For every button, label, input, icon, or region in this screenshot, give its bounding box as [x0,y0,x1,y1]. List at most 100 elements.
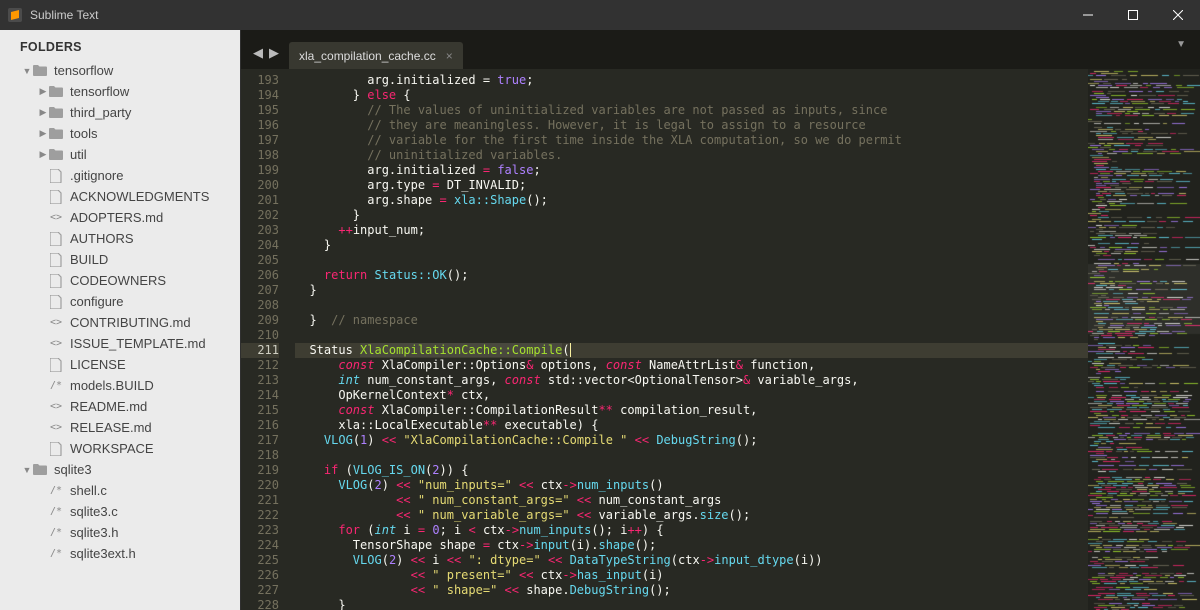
file-icon: <> [48,422,64,433]
tree-item-label: sqlite3ext.h [70,546,136,561]
tree-file[interactable]: <>CONTRIBUTING.md [0,312,240,333]
tree-folder[interactable]: ▶tensorflow [0,81,240,102]
code-line[interactable]: VLOG(1) << "XlaCompilationCache::Compile… [295,433,1088,448]
file-icon: <> [48,317,64,328]
disclosure-icon: ▶ [38,149,48,160]
code-line[interactable]: << " shape=" << shape.DebugString(); [295,583,1088,598]
tree-item-label: ACKNOWLEDGMENTS [70,189,209,204]
tree-file[interactable]: CODEOWNERS [0,270,240,291]
tree-file[interactable]: <>README.md [0,396,240,417]
code-line[interactable]: Status XlaCompilationCache::Compile( [295,343,1088,358]
close-button[interactable] [1155,0,1200,30]
app-icon [0,7,30,23]
tree-file[interactable]: /*sqlite3.c [0,501,240,522]
code-line[interactable]: TensorShape shape = ctx->input(i).shape(… [295,538,1088,553]
code-line[interactable]: const XlaCompiler::Options& options, con… [295,358,1088,373]
tree-file[interactable]: configure [0,291,240,312]
tree-file[interactable]: <> ISSUE_TEMPLATE.md [0,333,240,354]
tree-folder[interactable]: ▶util [0,144,240,165]
tree-file[interactable]: <>ADOPTERS.md [0,207,240,228]
file-icon [48,253,64,267]
tree-item-label: ISSUE_TEMPLATE.md [70,336,206,351]
code-line[interactable]: } [295,208,1088,223]
file-icon [48,232,64,246]
tree-file[interactable]: BUILD [0,249,240,270]
minimize-button[interactable] [1065,0,1110,30]
code-line[interactable]: // variable for the first time inside th… [295,133,1088,148]
code-line[interactable] [295,253,1088,268]
tree-file[interactable]: /*sqlite3ext.h [0,543,240,564]
code-line[interactable]: << " num_constant_args=" << num_constant… [295,493,1088,508]
tree-folder[interactable]: ▶tools [0,123,240,144]
code-line[interactable]: int num_constant_args, const std::vector… [295,373,1088,388]
file-icon [48,190,64,204]
file-tab[interactable]: xla_compilation_cache.cc × [289,42,463,69]
minimap[interactable] [1088,69,1200,610]
code-line[interactable] [295,298,1088,313]
tab-bar: ◀ ▶ xla_compilation_cache.cc × ▼ [241,30,1200,69]
code-line[interactable]: } else { [295,88,1088,103]
chevron-down-icon[interactable]: ▼ [1176,39,1186,50]
tree-item-label: BUILD [70,252,108,267]
code-line[interactable]: if (VLOG_IS_ON(2)) { [295,463,1088,478]
file-icon: /* [48,485,64,496]
file-tree[interactable]: ▼tensorflow▶tensorflow▶third_party▶tools… [0,60,240,564]
maximize-button[interactable] [1110,0,1155,30]
disclosure-icon: ▼ [22,465,32,475]
folder-icon [32,464,48,475]
disclosure-icon: ▶ [38,107,48,118]
tree-item-label: tensorflow [54,63,113,78]
tree-item-label: sqlite3.c [70,504,118,519]
code-line[interactable] [295,448,1088,463]
code-line[interactable]: // they are meaningless. However, it is … [295,118,1088,133]
tree-file[interactable]: /*sqlite3.h [0,522,240,543]
file-icon: <> [48,338,64,349]
code-line[interactable]: arg.initialized = true; [295,73,1088,88]
code-line[interactable]: // The values of uninitialized variables… [295,103,1088,118]
tree-file[interactable]: <>RELEASE.md [0,417,240,438]
code-line[interactable]: arg.type = DT_INVALID; [295,178,1088,193]
code-line[interactable]: VLOG(2) << i << ": dtype=" << DataTypeSt… [295,553,1088,568]
code-line[interactable]: const XlaCompiler::CompilationResult** c… [295,403,1088,418]
code-line[interactable]: arg.initialized = false; [295,163,1088,178]
code-line[interactable]: // uninitialized variables. [295,148,1088,163]
tree-file[interactable]: .gitignore [0,165,240,186]
tree-folder[interactable]: ▶third_party [0,102,240,123]
code-line[interactable]: } [295,283,1088,298]
nav-back-icon[interactable]: ◀ [253,45,263,61]
tree-file[interactable]: ACKNOWLEDGMENTS [0,186,240,207]
code-area[interactable]: arg.initialized = true; } else { // The … [289,69,1088,610]
tree-item-label: WORKSPACE [70,441,154,456]
disclosure-icon: ▶ [38,128,48,139]
code-line[interactable]: for (int i = 0; i < ctx->num_inputs(); i… [295,523,1088,538]
tree-item-label: .gitignore [70,168,123,183]
code-line[interactable] [295,328,1088,343]
code-line[interactable]: arg.shape = xla::Shape(); [295,193,1088,208]
code-line[interactable]: << " num_variable_args=" << variable_arg… [295,508,1088,523]
tree-file[interactable]: /*shell.c [0,480,240,501]
tree-item-label: tensorflow [70,84,129,99]
code-line[interactable]: } [295,598,1088,610]
code-line[interactable]: VLOG(2) << "num_inputs=" << ctx->num_inp… [295,478,1088,493]
tree-file[interactable]: /*models.BUILD [0,375,240,396]
folder-icon [48,86,64,97]
disclosure-icon: ▼ [22,66,32,76]
tree-file[interactable]: WORKSPACE [0,438,240,459]
tree-file[interactable]: LICENSE [0,354,240,375]
code-line[interactable]: << " present=" << ctx->has_input(i) [295,568,1088,583]
code-line[interactable]: xla::LocalExecutable** executable) { [295,418,1088,433]
tree-folder[interactable]: ▼ tensorflow [0,60,240,81]
editor-pane: ◀ ▶ xla_compilation_cache.cc × ▼ 1931941… [241,30,1200,610]
close-icon[interactable]: × [446,49,453,63]
code-line[interactable]: return Status::OK(); [295,268,1088,283]
tree-folder[interactable]: ▼sqlite3 [0,459,240,480]
tree-file[interactable]: AUTHORS [0,228,240,249]
sidebar-header: FOLDERS [0,30,240,60]
code-line[interactable]: } [295,238,1088,253]
nav-forward-icon[interactable]: ▶ [269,45,279,61]
folder-icon [32,65,48,76]
code-line[interactable]: } // namespace [295,313,1088,328]
code-line[interactable]: OpKernelContext* ctx, [295,388,1088,403]
file-icon [48,169,64,183]
code-line[interactable]: ++input_num; [295,223,1088,238]
